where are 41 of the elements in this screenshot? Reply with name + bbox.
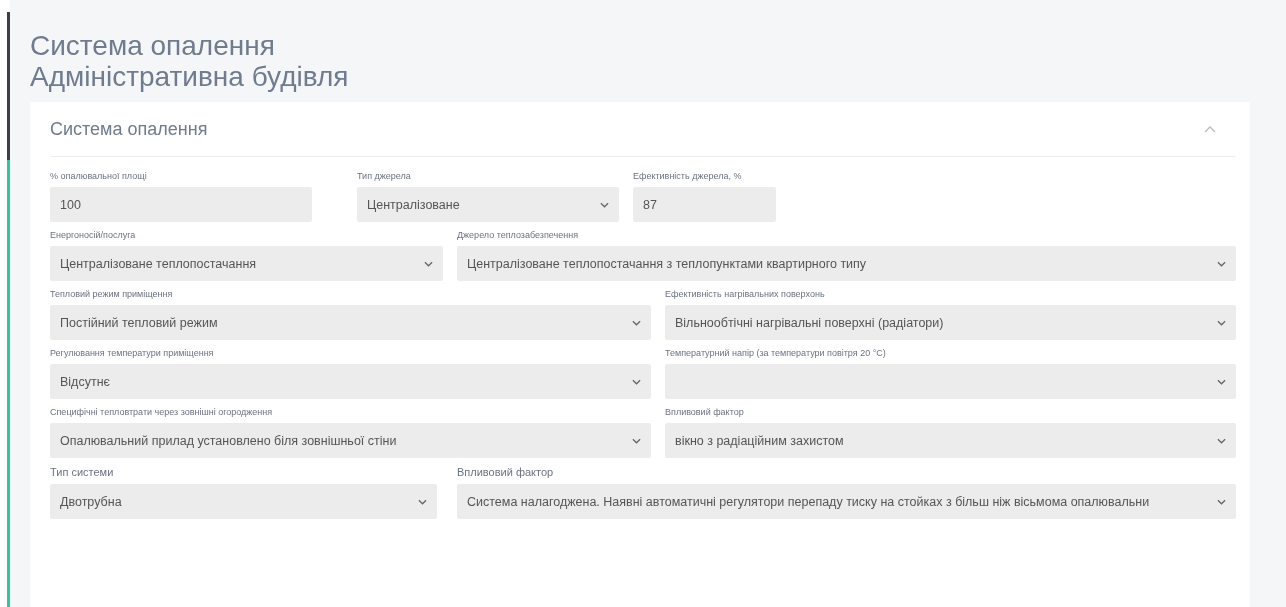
dropdown[interactable]: вікно з радіаційним захистом: [665, 423, 1236, 458]
chevron-icon[interactable]: [1204, 125, 1216, 133]
caret-icon: [424, 260, 433, 267]
field-label: Впливовий фактор: [665, 407, 744, 417]
dropdown[interactable]: Відсутнє: [50, 364, 651, 399]
dropdown[interactable]: Централізоване теплопостачання: [50, 246, 443, 281]
field-label: Тип системи: [50, 466, 114, 478]
caret-icon: [1217, 260, 1226, 267]
dropdown[interactable]: Постійний тепловий режим: [50, 305, 651, 340]
caret-icon: [418, 498, 427, 505]
caret-icon: [600, 201, 609, 208]
field-label: Тип джерела: [357, 171, 411, 181]
dropdown[interactable]: [665, 364, 1236, 399]
caret-icon: [1217, 498, 1226, 505]
input-field[interactable]: 87: [633, 187, 776, 222]
caret-icon: [632, 319, 641, 326]
dropdown[interactable]: Система налагоджена. Наявні автоматичні регулятори перепаду тиску на стойках з більш ніж вісьмома опалювальни: [457, 484, 1236, 519]
field-label: % опалювальної площі: [50, 171, 147, 181]
section-title: Система опалення: [50, 118, 208, 140]
caret-icon: [1217, 319, 1226, 326]
field-label: Тепловий режим приміщення: [50, 289, 173, 299]
field-label: Енергоносій/послуга: [50, 230, 136, 240]
caret-icon: [632, 378, 641, 385]
dropdown[interactable]: Централізоване теплопостачання з теплопунктами квартирного типу: [457, 246, 1236, 281]
dropdown[interactable]: Двотрубна: [50, 484, 437, 519]
field-label: Впливовий фактор: [457, 466, 554, 478]
caret-icon: [1217, 437, 1226, 444]
field-label: Специфічні тепловтрати через зовнішні огородження: [50, 407, 273, 417]
field-label: Регулювання температури приміщення: [50, 348, 214, 358]
dropdown[interactable]: Вільнообтічні нагрівальні поверхні (радіатори): [665, 305, 1236, 340]
input-field[interactable]: 100: [50, 187, 312, 222]
field-label: Джерело теплозабезпечення: [457, 230, 579, 240]
page-title: Адміністративна будівля: [30, 61, 349, 92]
dropdown[interactable]: Централізоване: [357, 187, 619, 222]
caret-icon: [1217, 378, 1226, 385]
field-label: Ефективність нагрівальних поверхонь: [665, 289, 825, 299]
dropdown[interactable]: Опалювальний прилад установлено біля зовнішньої стіни: [50, 423, 651, 458]
page-title: Система опалення: [30, 30, 275, 61]
field-label: Температурний напір (за температури повітря 20 °С): [665, 348, 886, 358]
caret-icon: [632, 437, 641, 444]
field-label: Ефективність джерела, %: [633, 171, 742, 181]
